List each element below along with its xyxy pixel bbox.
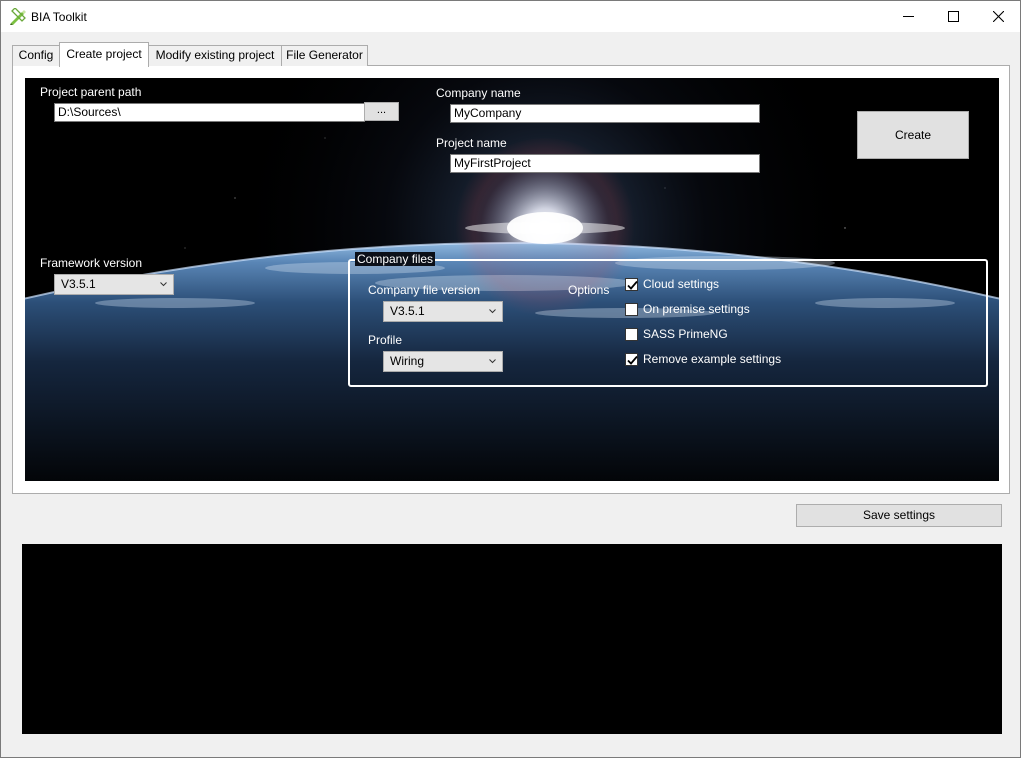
on-premise-settings-label[interactable]: On premise settings (643, 302, 750, 316)
project-parent-path-label: Project parent path (40, 85, 142, 99)
checkmark-icon (627, 355, 638, 365)
company-file-version-value: V3.5.1 (390, 304, 425, 318)
chevron-down-icon (489, 359, 496, 364)
options-label: Options (568, 283, 610, 297)
remove-example-settings-label[interactable]: Remove example settings (643, 352, 781, 366)
app-window: BIA Toolkit Config Create project Modify… (0, 0, 1021, 758)
chevron-down-icon (160, 282, 167, 287)
window-title: BIA Toolkit (31, 10, 87, 24)
company-name-input[interactable]: MyCompany (450, 104, 760, 123)
on-premise-settings-checkbox[interactable] (625, 303, 638, 316)
create-button[interactable]: Create (857, 111, 969, 159)
profile-select[interactable]: Wiring (383, 351, 503, 372)
company-name-label: Company name (436, 86, 521, 100)
save-settings-button[interactable]: Save settings (796, 504, 1002, 527)
cloud-settings-checkbox[interactable] (625, 278, 638, 291)
project-name-label: Project name (436, 136, 507, 150)
browse-button[interactable]: ... (364, 102, 399, 121)
tab-create-project[interactable]: Create project (59, 42, 149, 67)
framework-version-label: Framework version (40, 256, 143, 270)
sass-primeng-checkbox[interactable] (625, 328, 638, 341)
profile-label: Profile (368, 333, 403, 347)
project-name-input[interactable]: MyFirstProject (450, 154, 760, 173)
remove-example-settings-checkbox[interactable] (625, 353, 638, 366)
chevron-down-icon (489, 309, 496, 314)
maximize-icon (947, 11, 959, 22)
checkmark-icon (627, 280, 638, 290)
output-console[interactable] (22, 544, 1002, 734)
close-button[interactable] (975, 1, 1021, 32)
project-parent-path-input[interactable]: D:\Sources\ (54, 103, 365, 122)
sass-primeng-label[interactable]: SASS PrimeNG (643, 327, 728, 341)
company-file-version-label: Company file version (368, 283, 481, 297)
framework-version-value: V3.5.1 (61, 277, 96, 291)
pencil-ruler-icon (9, 7, 26, 25)
close-icon (992, 11, 1004, 22)
company-file-version-select[interactable]: V3.5.1 (383, 301, 503, 322)
profile-value: Wiring (390, 354, 425, 368)
minimize-icon (902, 16, 914, 17)
title-bar[interactable]: BIA Toolkit (1, 1, 1020, 32)
tab-modify-existing-project[interactable]: Modify existing project (148, 45, 282, 66)
tab-config[interactable]: Config (12, 45, 60, 66)
minimize-button[interactable] (885, 1, 931, 32)
maximize-button[interactable] (930, 1, 976, 32)
framework-version-select[interactable]: V3.5.1 (54, 274, 174, 295)
tab-file-generator[interactable]: File Generator (281, 45, 368, 66)
cloud-settings-label[interactable]: Cloud settings (643, 277, 719, 291)
